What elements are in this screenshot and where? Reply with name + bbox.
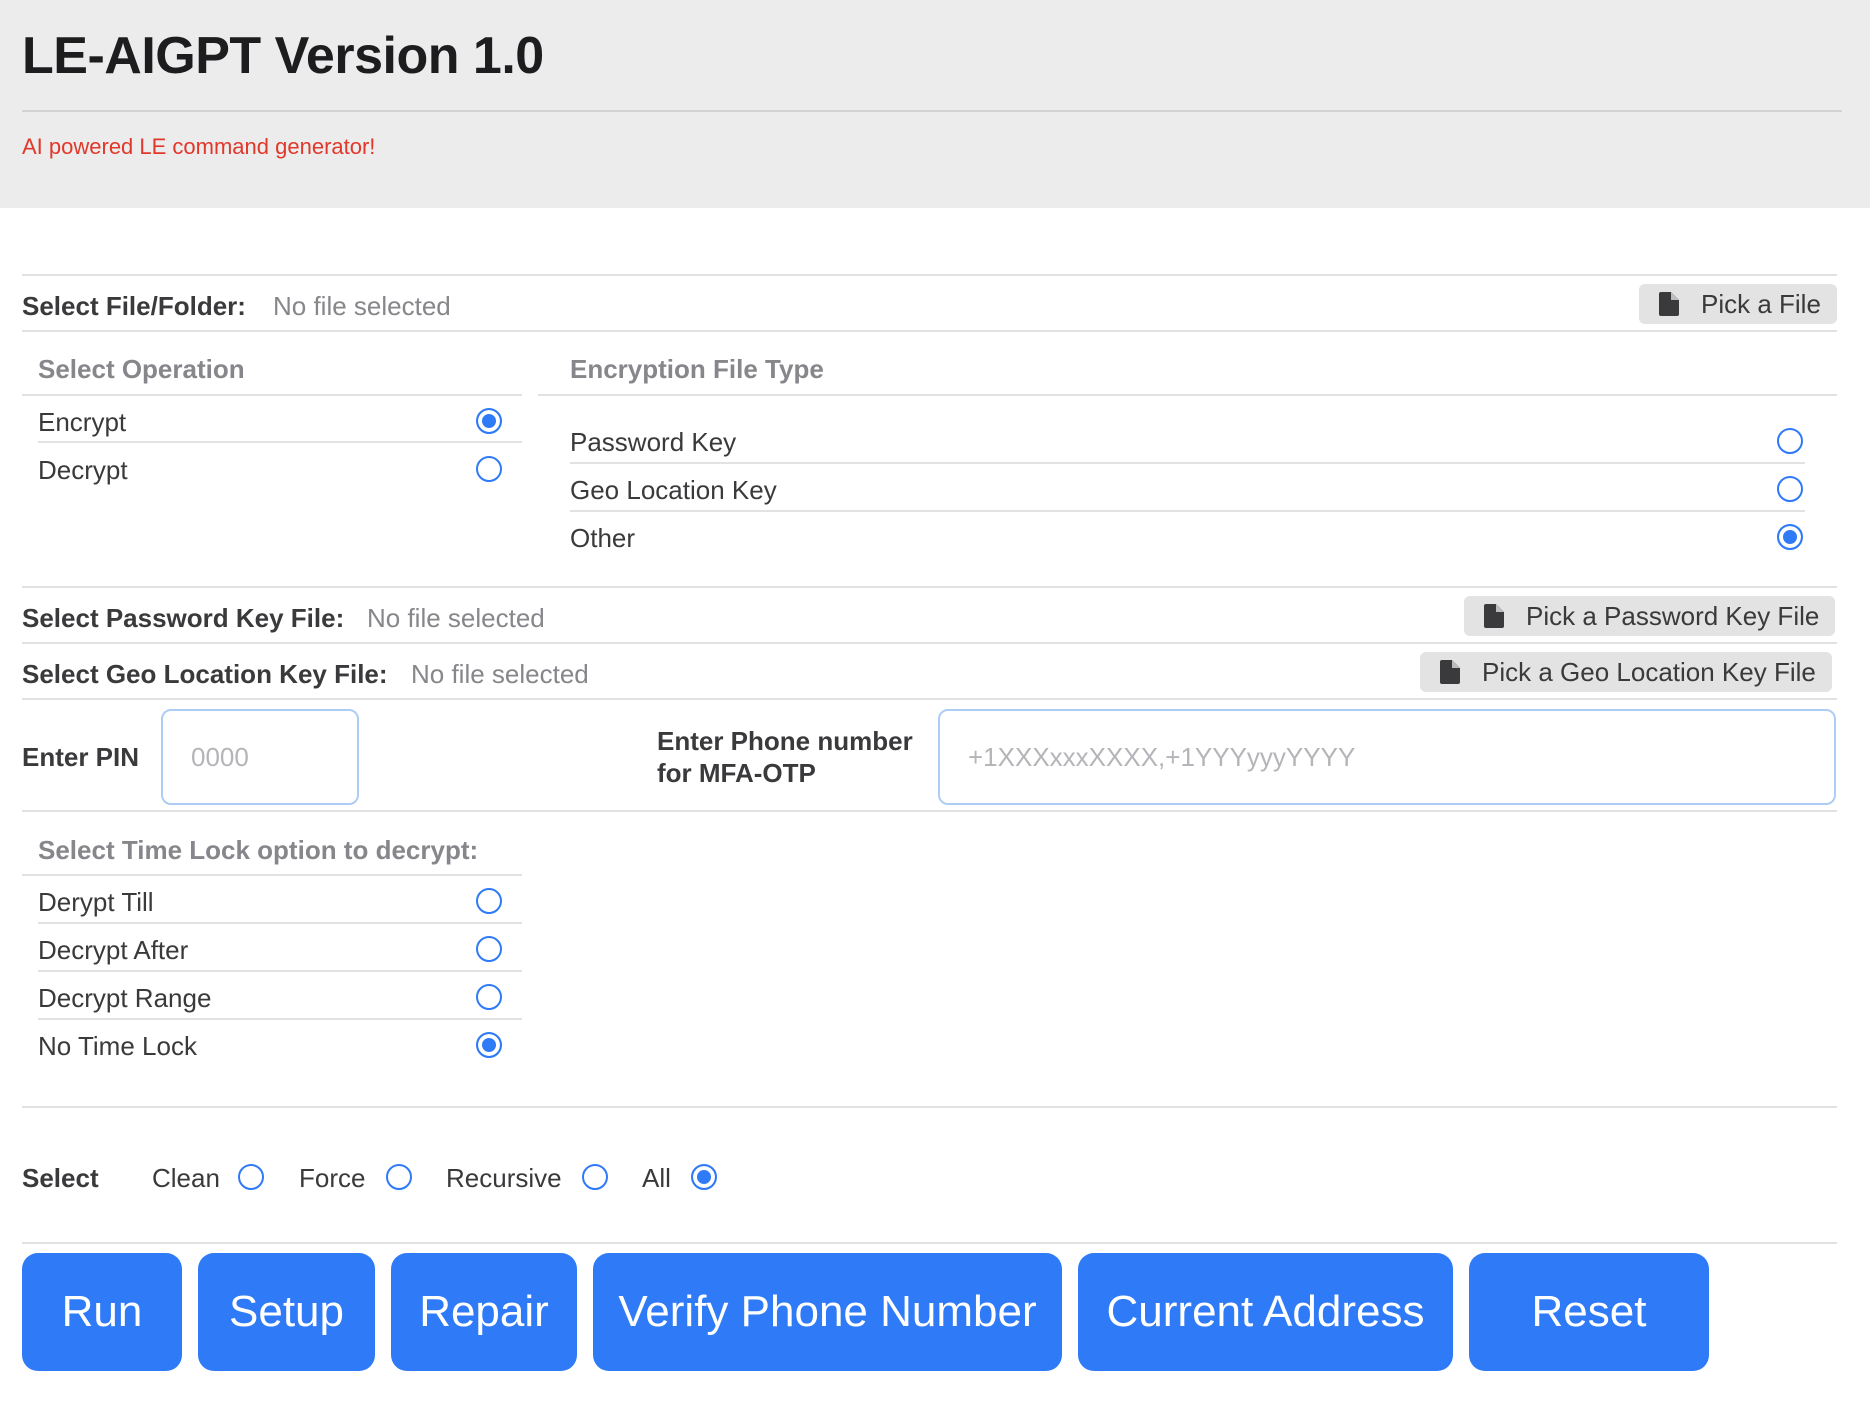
divider (38, 922, 522, 924)
operation-decrypt-label: Decrypt (38, 455, 128, 485)
document-icon (1484, 604, 1504, 628)
encryption-password-key-label: Password Key (570, 427, 737, 457)
flag-clean-radio[interactable] (238, 1164, 264, 1190)
encryption-other-label: Other (570, 523, 636, 553)
divider (22, 1106, 1837, 1108)
select-flags-label: Select (22, 1163, 99, 1193)
divider (22, 1242, 1837, 1244)
time-lock-till-label: Derypt Till (38, 887, 154, 917)
time-lock-none-label: No Time Lock (38, 1031, 197, 1061)
time-lock-range-label: Decrypt Range (38, 983, 212, 1013)
run-button[interactable]: Run (22, 1253, 182, 1371)
pick-geo-key-file-label: Pick a Geo Location Key File (1482, 656, 1816, 687)
geo-key-file-status: No file selected (411, 659, 589, 689)
operation-title: Select Operation (38, 354, 245, 384)
file-select-label: Select File/Folder: (22, 291, 246, 321)
document-icon (1440, 660, 1460, 684)
encryption-other-radio[interactable] (1777, 524, 1803, 550)
file-select-status: No file selected (273, 291, 451, 321)
operation-encrypt-label: Encrypt (38, 407, 127, 437)
pin-input[interactable] (161, 709, 359, 805)
pin-label: Enter PIN (22, 742, 140, 772)
divider (570, 462, 1805, 464)
divider (38, 441, 522, 443)
phone-label-line1: Enter Phone number (657, 726, 913, 756)
header-divider (22, 110, 1842, 112)
pick-password-key-file-button[interactable]: Pick a Password Key File (1464, 596, 1836, 636)
divider (22, 274, 1837, 276)
divider (22, 810, 1837, 812)
verify-phone-button[interactable]: Verify Phone Number (593, 1253, 1062, 1371)
divider (570, 510, 1805, 512)
encryption-password-key-radio[interactable] (1777, 428, 1803, 454)
divider (38, 970, 522, 972)
encryption-type-title: Encryption File Type (570, 354, 824, 384)
time-lock-range-radio[interactable] (476, 984, 502, 1010)
divider (38, 1018, 522, 1020)
divider (22, 642, 1837, 644)
operation-encrypt-radio[interactable] (476, 408, 502, 434)
pick-file-button[interactable]: Pick a File (1639, 284, 1837, 324)
operation-decrypt-radio[interactable] (476, 456, 502, 482)
setup-button[interactable]: Setup (198, 1253, 375, 1371)
pick-geo-key-file-button[interactable]: Pick a Geo Location Key File (1420, 652, 1832, 692)
encryption-geo-key-radio[interactable] (1777, 476, 1803, 502)
flag-clean-label: Clean (152, 1163, 220, 1193)
encryption-geo-key-label: Geo Location Key (570, 475, 777, 505)
password-key-file-label: Select Password Key File: (22, 603, 345, 633)
time-lock-none-radio[interactable] (476, 1032, 502, 1058)
current-address-button[interactable]: Current Address (1078, 1253, 1453, 1371)
time-lock-title: Select Time Lock option to decrypt: (38, 835, 479, 865)
flag-all-radio[interactable] (691, 1164, 717, 1190)
app-header: LE-AIGPT Version 1.0 AI powered LE comma… (0, 0, 1870, 208)
time-lock-after-label: Decrypt After (38, 935, 189, 965)
time-lock-after-radio[interactable] (476, 936, 502, 962)
phone-label-line2: for MFA-OTP (657, 758, 816, 788)
divider (22, 330, 1837, 332)
divider (538, 394, 1837, 396)
page-subtitle: AI powered LE command generator! (22, 134, 376, 159)
flag-recursive-radio[interactable] (582, 1164, 608, 1190)
pick-file-label: Pick a File (1701, 288, 1821, 319)
page-title: LE-AIGPT Version 1.0 (22, 27, 544, 85)
repair-button[interactable]: Repair (391, 1253, 577, 1371)
password-key-file-status: No file selected (367, 603, 545, 633)
flag-force-label: Force (299, 1163, 366, 1193)
divider (22, 586, 1837, 588)
flag-force-radio[interactable] (386, 1164, 412, 1190)
divider (22, 698, 1837, 700)
pick-password-key-file-label: Pick a Password Key File (1526, 600, 1820, 631)
geo-key-file-label: Select Geo Location Key File: (22, 659, 388, 689)
flag-recursive-label: Recursive (446, 1163, 562, 1193)
divider (22, 874, 522, 876)
phone-input[interactable] (938, 709, 1836, 805)
time-lock-till-radio[interactable] (476, 888, 502, 914)
flag-all-label: All (642, 1163, 671, 1193)
document-icon (1659, 292, 1679, 316)
reset-button[interactable]: Reset (1469, 1253, 1709, 1371)
divider (22, 394, 522, 396)
